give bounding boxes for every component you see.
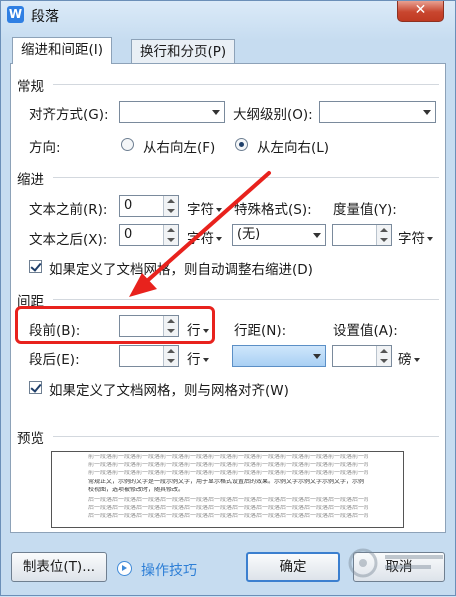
annotation-arrow xyxy=(129,171,271,297)
watermark-logo-icon xyxy=(348,548,443,578)
paragraph-dialog: W 段落 ✕ 缩进和间距(I) 换行和分页(P) 常规 对齐方式(G): 大纲级… xyxy=(0,0,456,596)
tab-indent-spacing[interactable]: 缩进和间距(I) xyxy=(12,37,113,64)
